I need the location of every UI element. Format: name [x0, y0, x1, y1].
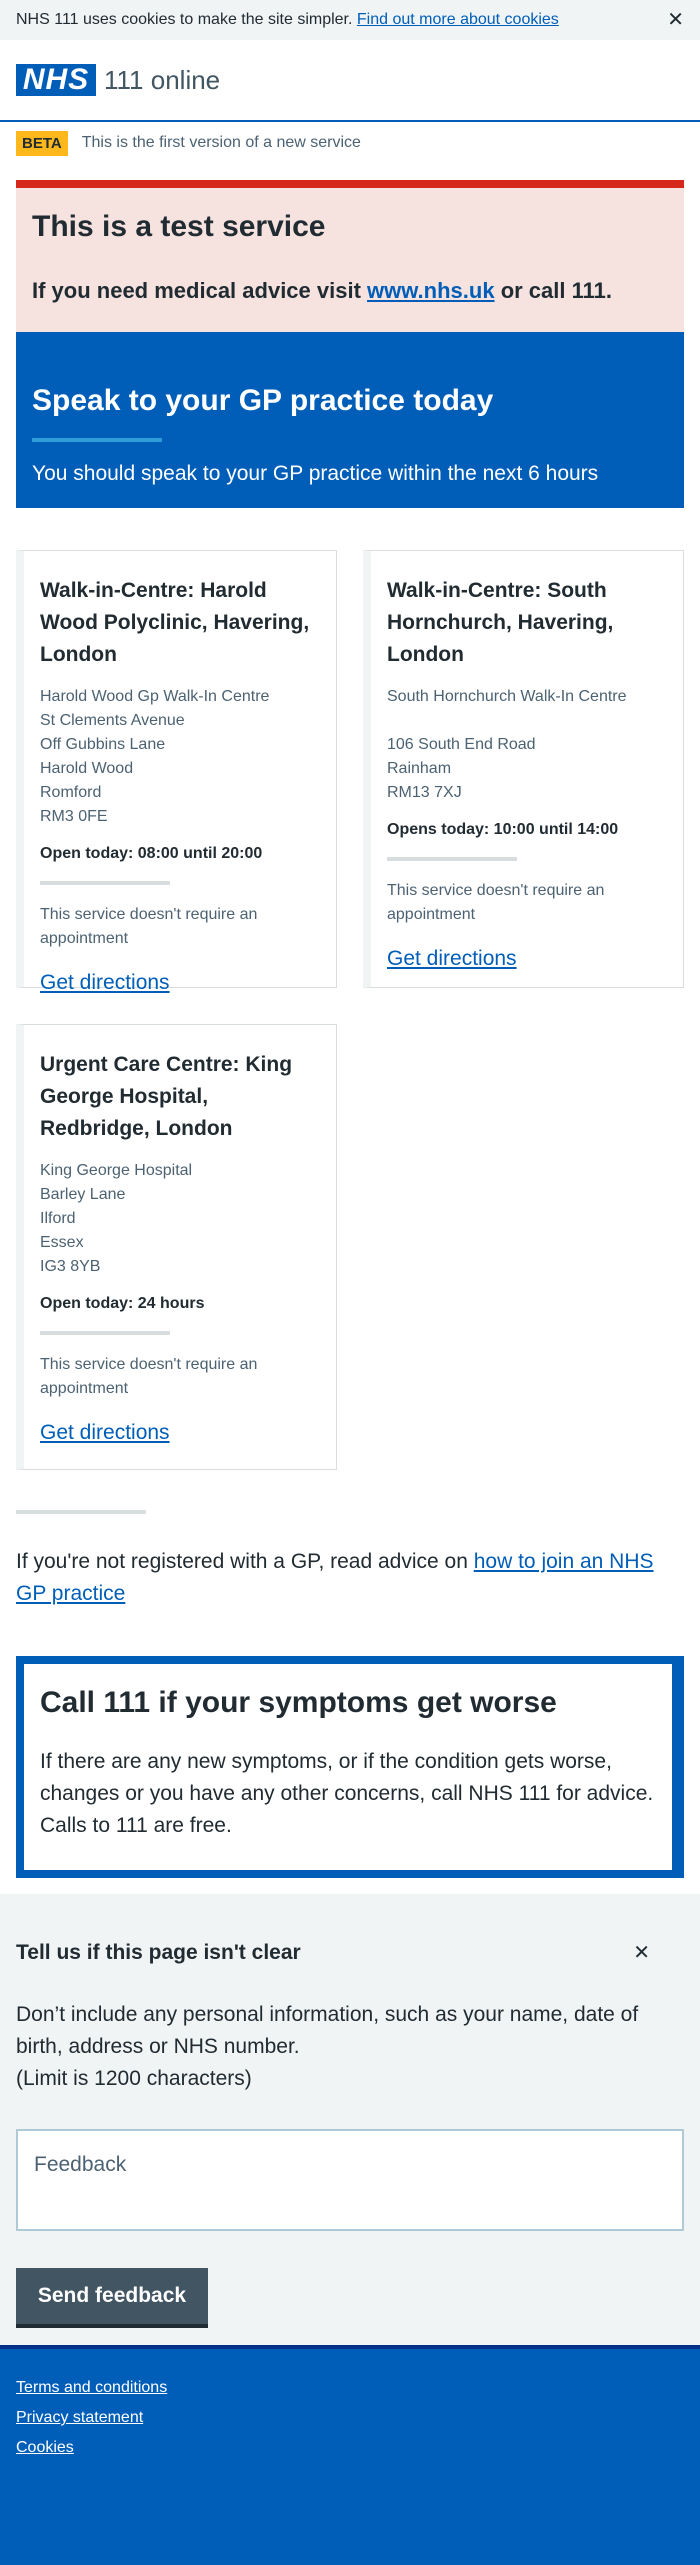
page-title: Speak to your GP practice today — [32, 384, 494, 417]
footer-link-privacy[interactable]: Privacy statement — [16, 2409, 684, 2427]
test-notice-text-before: If you need medical advice visit — [32, 278, 361, 303]
address-line: RM13 7XJ — [387, 784, 462, 801]
address-line: King George Hospital — [40, 1162, 193, 1179]
service-name[interactable]: 111 online — [104, 65, 220, 96]
address-line: Barley Lane — [40, 1186, 126, 1203]
get-directions-link[interactable]: Get directions — [40, 1421, 170, 1444]
feedback-limit: (Limit is 1200 characters) — [16, 2067, 252, 2090]
test-service-notice: This is a test service If you need medic… — [16, 180, 684, 332]
beta-text: This is the first version of a new servi… — [81, 134, 361, 151]
service-card: Walk-in-Centre: Harold Wood Polyclinic, … — [16, 550, 337, 994]
appointment-note: This service doesn't require an appointm… — [387, 882, 605, 923]
address-line: Rainham — [387, 760, 452, 777]
address-line: St Clements Avenue — [40, 712, 185, 729]
address-line: South Hornchurch Walk-In Centre — [387, 688, 627, 705]
get-directions-link[interactable]: Get directions — [40, 971, 170, 994]
disposition-banner: Speak to your GP practice today You shou… — [16, 332, 684, 508]
feedback-input[interactable] — [16, 2129, 684, 2231]
cookie-info-link[interactable]: Find out more about cookies — [357, 11, 559, 28]
card-divider — [387, 857, 517, 861]
test-notice-text-after: or call 111. — [500, 278, 612, 303]
opening-times: Opens today: 10:00 until 14:00 — [387, 821, 619, 838]
address-line: IG3 8YB — [40, 1258, 101, 1275]
beta-tag: BETA — [16, 130, 68, 156]
service-title: Walk-in-Centre: South Hornchurch, Haveri… — [387, 579, 614, 666]
get-directions-link[interactable]: Get directions — [387, 947, 517, 970]
opening-times: Open today: 24 hours — [40, 1295, 205, 1312]
service-card: Urgent Care Centre: King George Hospital… — [16, 1024, 337, 1470]
service-address: Harold Wood Gp Walk-In Centre St Clement… — [40, 685, 320, 829]
feedback-header: Tell us if this page isn't clear ✕ — [16, 1940, 684, 1965]
gp-registration-advice: If you're not registered with a GP, read… — [0, 1514, 700, 1610]
appointment-note: This service doesn't require an appointm… — [40, 906, 258, 947]
opening-times: Open today: 08:00 until 20:00 — [40, 845, 263, 862]
close-icon[interactable]: ✕ — [633, 1940, 650, 1965]
service-address: King George Hospital Barley Lane Ilford … — [40, 1159, 320, 1279]
site-header: NHS 111 online — [0, 40, 700, 122]
address-line: 106 South End Road — [387, 736, 536, 753]
address-line: Ilford — [40, 1210, 76, 1227]
address-line: Harold Wood — [40, 760, 134, 777]
cookie-text: NHS 111 uses cookies to make the site si… — [16, 11, 353, 28]
service-card: Walk-in-Centre: South Hornchurch, Haveri… — [363, 550, 684, 988]
feedback-hint: Don’t include any personal information, … — [16, 1999, 684, 2095]
card-divider — [40, 881, 170, 885]
footer-link-terms[interactable]: Terms and conditions — [16, 2379, 684, 2397]
site-footer: Terms and conditions Privacy statement C… — [0, 2345, 700, 2565]
feedback-panel: Tell us if this page isn't clear ✕ Don’t… — [0, 1894, 700, 2345]
address-line — [387, 709, 667, 733]
service-address: South Hornchurch Walk-In Centre 106 Sout… — [387, 685, 667, 805]
address-line: Essex — [40, 1234, 84, 1251]
address-line: Harold Wood Gp Walk-In Centre — [40, 688, 270, 705]
card-divider — [40, 1331, 170, 1335]
service-title: Urgent Care Centre: King George Hospital… — [40, 1053, 293, 1140]
cookie-banner: NHS 111 uses cookies to make the site si… — [0, 0, 700, 40]
test-notice-text: If you need medical advice visit www.nhs… — [32, 278, 668, 304]
nhs-website-link[interactable]: www.nhs.uk — [367, 278, 495, 303]
test-notice-title: This is a test service — [32, 210, 326, 243]
beta-banner: BETA This is the first version of a new … — [0, 122, 700, 164]
service-title: Walk-in-Centre: Harold Wood Polyclinic, … — [40, 579, 310, 666]
hero-divider — [32, 438, 162, 442]
callout-title: Call 111 if your symptoms get worse — [40, 1686, 557, 1719]
footer-link-cookies[interactable]: Cookies — [16, 2439, 684, 2457]
feedback-title: Tell us if this page isn't clear — [16, 1940, 301, 1964]
gp-advice-text: If you're not registered with a GP, read… — [16, 1550, 468, 1573]
appointment-note: This service doesn't require an appointm… — [40, 1356, 258, 1397]
page-subtitle: You should speak to your GP practice wit… — [32, 462, 599, 485]
close-icon[interactable]: ✕ — [667, 10, 684, 30]
cookie-message: NHS 111 uses cookies to make the site si… — [16, 11, 559, 29]
send-feedback-button[interactable]: Send feedback — [16, 2268, 208, 2324]
nhs-logo[interactable]: NHS — [16, 63, 96, 96]
callout-text: If there are any new symptoms, or if the… — [40, 1750, 654, 1837]
address-line: Off Gubbins Lane — [40, 736, 166, 753]
address-line: RM3 0FE — [40, 808, 108, 825]
service-list: Walk-in-Centre: Harold Wood Polyclinic, … — [0, 508, 700, 1506]
feedback-hint-text: Don’t include any personal information, … — [16, 2003, 639, 2058]
worsening-symptoms-callout: Call 111 if your symptoms get worse If t… — [16, 1656, 684, 1878]
address-line: Romford — [40, 784, 102, 801]
